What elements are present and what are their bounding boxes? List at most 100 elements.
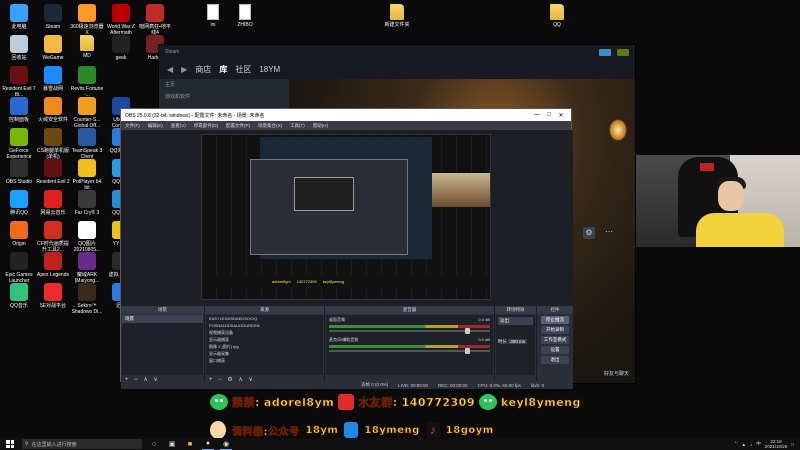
transition-select[interactable]: 淡出 [498, 317, 533, 325]
desktop-icon[interactable]: Epic Games Launcher [2, 252, 36, 284]
forward-arrow-icon[interactable]: ▶ [181, 65, 187, 74]
volume-slider[interactable] [329, 328, 490, 334]
desktop-icon[interactable]: TeamSpeak 3 Client [70, 128, 104, 160]
start-recording-button[interactable]: 开始录制 [541, 326, 569, 334]
desktop-icon[interactable]: 此电脑 [2, 4, 36, 30]
desktop-icon[interactable]: PotPlayer 64 bit [70, 159, 104, 191]
steam-titlebar[interactable]: Steam [159, 45, 635, 59]
desktop-icon[interactable]: CF时代画质提升工具2... [36, 221, 70, 253]
desktop-icon[interactable]: CS跑腿单机版(单机) [36, 128, 70, 160]
desktop-icon[interactable]: 暴雪战网 [36, 66, 70, 92]
desktop-icon[interactable]: 火绒安全软件 [36, 97, 70, 123]
source-item[interactable]: 窗口捕获 [206, 357, 323, 364]
desktop-icon[interactable]: ini [196, 4, 230, 28]
desktop-icon[interactable]: QQ [540, 4, 574, 28]
scene-item[interactable]: 场景 [122, 315, 203, 323]
nav-store[interactable]: 商店 [195, 64, 211, 75]
settings-button[interactable]: 设置 [541, 346, 569, 354]
steam-notify-button[interactable] [599, 48, 611, 56]
desktop-icon[interactable]: Sekiro™ Shadows Di... [70, 283, 104, 315]
volume-slider[interactable] [329, 348, 490, 354]
desktop-icon[interactable]: MD [70, 35, 104, 59]
desktop-icon[interactable]: 新建文件夹 [380, 4, 414, 28]
menu-file[interactable]: 文件(F) [125, 123, 140, 129]
stop-streaming-button[interactable]: 停止推流 [541, 316, 569, 324]
close-icon[interactable]: ✕ [555, 112, 567, 119]
taskbar-search[interactable]: ⚲ 在这里输入进行搜索 [22, 439, 142, 449]
menu-edit[interactable]: 编辑(E) [148, 123, 163, 129]
desktop-icon[interactable]: Apex Legends [36, 252, 70, 278]
scenes-list[interactable]: 场景 [122, 315, 203, 375]
source-item[interactable]: FOSNA1DDSAUOOURDSN [206, 322, 323, 329]
app-icon [78, 283, 96, 301]
sidebar-item-home[interactable]: 主页 [159, 79, 289, 91]
desktop-icon[interactable]: WeGame [36, 35, 70, 61]
windows-start-icon[interactable] [4, 438, 16, 450]
source-item[interactable]: 显示器捕获 [206, 336, 323, 343]
notification-icon[interactable]: □ [791, 442, 794, 447]
source-item[interactable]: 图像 2 (图片) ipg [206, 343, 323, 350]
nav-community[interactable]: 社区 [235, 64, 251, 75]
gear-icon[interactable]: ⚙ [583, 227, 595, 239]
desktop-icon[interactable]: 5E对战平台 [36, 283, 70, 309]
desktop-icon[interactable]: Resident Evil 7 Bi... [2, 66, 36, 98]
nav-library[interactable]: 库 [219, 64, 227, 75]
desktop-icon[interactable]: 腾讯QQ [2, 190, 36, 216]
menu-tools[interactable]: 工具(T) [290, 123, 305, 129]
desktop-icon[interactable]: Counter-S... Global Off... [70, 97, 104, 129]
desktop-icon[interactable]: GeForce Experience [2, 128, 36, 160]
tray-chevron-icon[interactable]: ⌃ [734, 441, 738, 447]
desktop-icon[interactable]: 魔域ARK (Maiyong... [70, 252, 104, 284]
menu-docks[interactable]: 停靠部件(D) [194, 123, 218, 129]
menu-scene-collection[interactable]: 场景集合(S) [258, 123, 282, 129]
duration-input[interactable]: 300 ms [508, 339, 528, 344]
volume-icon[interactable]: ♪ [750, 442, 752, 447]
back-arrow-icon[interactable]: ◀ [167, 65, 173, 74]
clock[interactable]: 22:19 2021/10/26 [765, 439, 788, 449]
desktop-icon[interactable]: 360极速浏览器X [70, 4, 104, 36]
ime-indicator[interactable]: 中 [756, 441, 761, 447]
desktop-icon[interactable]: ZHIBO [228, 4, 262, 28]
file-explorer-icon[interactable]: ■ [184, 438, 196, 450]
source-item[interactable]: 视频捕获设备 [206, 329, 323, 336]
friends-chat-button[interactable]: 好友与聊天 [604, 371, 629, 377]
steam-big-picture-button[interactable] [617, 48, 629, 56]
multitask-icon[interactable]: ▣ [166, 438, 178, 450]
desktop-icon[interactable]: 回收站 [2, 35, 36, 61]
desktop-icon[interactable]: Far Cry® 3 [70, 190, 104, 216]
desktop-icon[interactable]: OBS Studio [2, 159, 36, 185]
steam-taskbar-icon[interactable]: ● [202, 438, 214, 450]
obs-preview[interactable]: adorel8ym 140772309 keyl8ymeng [121, 130, 573, 306]
desktop-icon[interactable]: 暗网疯狂•地平线4 [138, 4, 172, 36]
sidebar-item-games[interactable]: 游戏和软件 [159, 91, 289, 103]
preview-canvas[interactable]: adorel8ym 140772309 keyl8ymeng [201, 134, 491, 300]
menu-profile[interactable]: 配置文件(P) [226, 123, 250, 129]
task-view-icon[interactable]: ○ [148, 438, 160, 450]
nav-profile[interactable]: 18YM [259, 65, 280, 74]
desktop-icon[interactable]: 网易云音乐 [36, 190, 70, 216]
minimize-icon[interactable]: — [531, 112, 543, 118]
desktop-icon[interactable]: Revits Fortune -... [70, 66, 104, 98]
desktop-icon[interactable]: World War Z Aftermath [104, 4, 138, 36]
desktop-icon[interactable]: QQ音乐 [2, 283, 36, 309]
exit-button[interactable]: 退出 [541, 356, 569, 364]
source-item[interactable]: 显示器采集 [206, 350, 323, 357]
studio-mode-button[interactable]: 工作室模式 [541, 336, 569, 344]
desktop-icon[interactable]: Steam [36, 4, 70, 30]
obs-window[interactable]: OBS 25.0.8 (32-bit, windows) - 配置文件: 未命名… [120, 108, 573, 389]
network-icon[interactable]: ▲ [742, 442, 746, 447]
sources-list[interactable]: EASY1EDDSDAEDSOO/Q FOSNA1DDSAUOOURDSN 视频捕获… [206, 315, 323, 375]
menu-help[interactable]: 帮助(H) [313, 123, 328, 129]
desktop-icon[interactable]: 控制面板 [2, 97, 36, 123]
obs-titlebar[interactable]: OBS 25.0.8 (32-bit, windows) - 配置文件: 未命名… [121, 109, 571, 121]
source-item[interactable]: EASY1EDDSDAEDSOO/Q [206, 315, 323, 322]
more-icon[interactable]: ⋯ [605, 227, 613, 236]
maximize-icon[interactable]: □ [543, 112, 555, 118]
desktop-icon[interactable]: Origin [2, 221, 36, 247]
obs-taskbar-icon[interactable]: ◉ [220, 438, 232, 450]
desktop-icon[interactable]: QQ图片20210805... [70, 221, 104, 253]
desktop-icon[interactable]: geek [104, 35, 138, 61]
status-rec: REC: 00:00:00 [438, 382, 468, 388]
desktop-icon[interactable]: Resident Evil 2 [36, 159, 70, 185]
menu-view[interactable]: 查看(V) [171, 123, 186, 129]
